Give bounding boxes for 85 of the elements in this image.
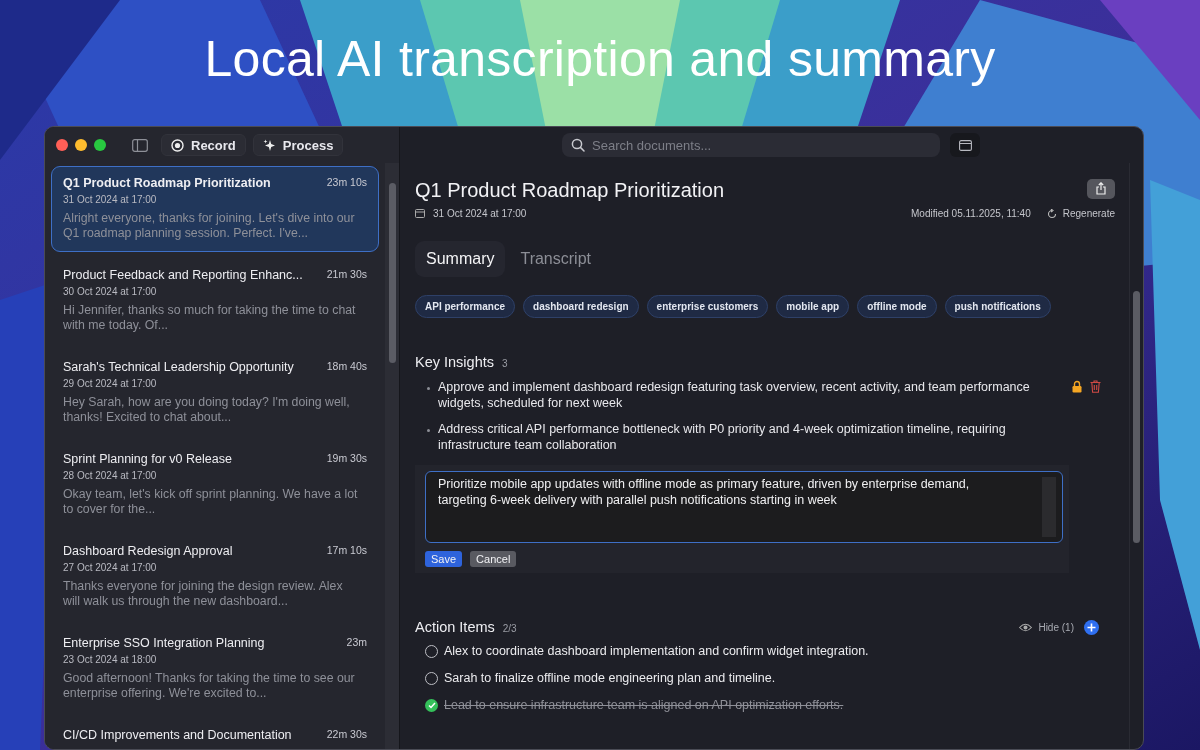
hide-button[interactable]: Hide (1) [1013,620,1080,634]
lock-icon[interactable] [1072,380,1082,394]
plus-icon [1087,622,1096,632]
recording-list-item[interactable]: Q1 Product Roadmap Prioritization 23m 10s 31 Oct 2024 at 17:00 Alright everyone, thanks for joining. Let's dive into our Q1 roadmap planning session. Perfect. I've... [51,166,379,253]
recording-list-item[interactable]: CI/CD Improvements and Documentation 22m 30s [51,718,379,749]
recording-preview: Good afternoon! Thanks for taking the time to see our enterprise offering. We're excited to... [63,671,356,702]
recording-preview: Hey Sarah, how are you doing today? I'm doing well, thanks! Excited to chat about... [63,395,351,426]
search-field[interactable]: Search documents... [562,133,940,158]
action-item-text: Sarah to finalize offline mode engineering plan and timeline. [444,671,776,686]
recording-duration: 17m 10s [326,544,367,557]
tab[interactable]: Summary [415,241,506,278]
tag[interactable]: enterprise customers [646,295,769,319]
headline: Local AI transcription and summary [204,30,996,89]
recording-date: 30 Oct 2024 at 17:00 [63,286,158,298]
recording-title: Sprint Planning for v0 Release [63,452,232,467]
save-button[interactable]: Save [425,551,463,568]
recording-list-item[interactable]: Enterprise SSO Integration Planning 23m 23 Oct 2024 at 18:00 Good afternoon! Thanks for taking the time to see our enterprise offering. We're excited to... [51,626,379,713]
calendar-icon [958,139,972,151]
calendar-icon [415,209,425,219]
recording-list-item[interactable]: Dashboard Redesign Approval 17m 10s 27 Oct 2024 at 17:00 Thanks everyone for joining the design review. Alex will walk us through the new dashboard... [51,534,379,621]
share-button[interactable] [1087,178,1115,199]
record-icon [171,138,184,152]
cancel-button[interactable]: Cancel [470,551,517,568]
recording-duration: 22m 30s [326,728,367,741]
recording-list-item[interactable]: Product Feedback and Reporting Enhanc... 21m 30s 30 Oct 2024 at 17:00 Hi Jennifer, thanks so much for taking the time to chat with me today. Of... [51,258,379,345]
trash-icon[interactable] [1090,380,1101,394]
recording-title: CI/CD Improvements and Documentation [63,728,292,743]
tag[interactable]: API performance [415,295,516,319]
recording-preview: Alright everyone, thanks for joining. Let's dive into our Q1 roadmap planning session. Perfect. I've... [63,211,356,242]
section-title: Action Items [415,619,495,636]
sidebar-toggle-icon[interactable] [132,138,148,152]
modified-date: Modified 05.11.2025, 11:40 [911,208,1031,220]
recording-duration: 18m 40s [326,360,367,373]
recording-title: Q1 Product Roadmap Prioritization [63,176,271,191]
section-title: Key Insights [415,354,494,371]
checkbox[interactable] [425,698,438,712]
process-button[interactable]: Process [252,134,344,157]
eye-icon [1019,622,1033,632]
recording-title: Product Feedback and Reporting Enhanc... [63,268,303,283]
recording-title: Dashboard Redesign Approval [63,544,233,559]
record-button[interactable]: Record [161,134,246,157]
document-title: Q1 Product Roadmap Prioritization [415,179,725,203]
insight-text: Address critical API performance bottleneck with P0 priority and 4-week optimization timeline, requiring infrastructure team collaboration [438,422,1007,454]
recording-duration: 21m 30s [326,268,367,281]
scrollbar[interactable] [385,163,399,749]
bullet-icon [427,429,430,433]
recording-date: 23 Oct 2024 at 18:00 [63,654,158,666]
share-icon [1095,182,1107,196]
tag[interactable]: dashboard redesign [523,295,639,319]
recording-list-item[interactable]: Sarah's Technical Leadership Opportunity 18m 40s 29 Oct 2024 at 17:00 Hey Sarah, how are you doing today? I'm doing well, thanks! Excited to chat about... [51,350,379,437]
recording-duration: 23m [346,636,367,649]
document-date: 31 Oct 2024 at 17:00 [433,208,527,220]
minimize-button[interactable] [75,139,87,152]
recording-title: Sarah's Technical Leadership Opportunity [63,360,294,375]
recording-preview: Okay team, let's kick off sprint planning. We have a lot to cover for the... [63,487,359,518]
recording-list-item[interactable]: Sprint Planning for v0 Release 19m 30s 28 Oct 2024 at 17:00 Okay team, let's kick off sprint planning. We have a lot to cover for the... [51,442,379,529]
tab[interactable]: Transcript [509,241,602,278]
recording-preview: Hi Jennifer, thanks so much for taking the time to chat with me today. Of... [63,303,357,334]
insight-editor-field[interactable]: Prioritize mobile app updates with offline mode as primary feature, driven by enterprise demand, targeting 6-week delivery with parallel push notifications starting in week [425,471,1063,544]
regenerate-button[interactable]: Regenerate [1046,208,1115,220]
scrollbar[interactable] [1129,163,1143,749]
insight-text: Approve and implement dashboard redesign featuring task overview, recent activity, and team performance widgets, scheduled for next week [438,380,1031,412]
refresh-icon [1046,208,1057,219]
recording-date: 29 Oct 2024 at 17:00 [63,378,158,390]
recording-title: Enterprise SSO Integration Planning [63,636,265,651]
add-button[interactable] [1084,619,1099,635]
zoom-button[interactable] [94,139,106,152]
section-count: 3 [502,358,508,370]
recording-date: 31 Oct 2024 at 17:00 [63,194,158,206]
sparkle-icon [262,138,276,152]
close-button[interactable] [56,139,68,152]
recording-date: 28 Oct 2024 at 17:00 [63,470,158,482]
calendar-button[interactable] [950,133,980,158]
tag[interactable]: offline mode [857,295,937,319]
tag[interactable]: push notifications [944,295,1051,319]
bullet-icon [427,387,430,391]
action-item-text: Alex to coordinate dashboard implementation and confirm widget integration. [444,644,869,659]
recording-date: 27 Oct 2024 at 17:00 [63,562,158,574]
recording-duration: 19m 30s [326,452,367,465]
section-count: 2/3 [502,623,517,635]
recording-duration: 23m 10s [326,176,367,189]
tag[interactable]: mobile app [776,295,850,319]
action-item-text: Lead to ensure infrastructure team is aligned on API optimization efforts. [444,698,844,713]
search-icon [571,138,585,153]
recording-preview: Thanks everyone for joining the design review. Alex will walk us through the new dashboard... [63,579,344,610]
